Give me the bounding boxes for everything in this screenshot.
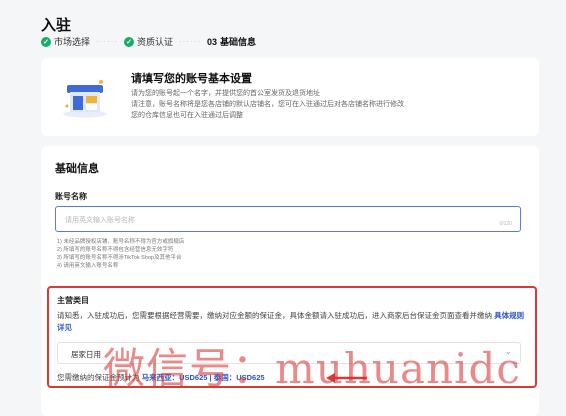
- name-rule: 1) 未经品牌授权店铺，账号名称不得为官方或旗舰店: [57, 239, 185, 245]
- step-number: 03: [207, 36, 218, 47]
- step-qualification: ✓ 资质认证: [124, 35, 173, 48]
- step-basic-info: 03 基础信息: [207, 35, 256, 48]
- intro-line: 您的仓库信息也可在入驻通过后调整: [131, 112, 243, 119]
- intro-card: 请填写您的账号基本设置 请为您的账号起一个名字，并提供您的首公室发货及退货地址 …: [41, 58, 539, 136]
- store-illustration-icon: [63, 80, 107, 118]
- category-selected-value: 居家日用: [71, 350, 101, 359]
- account-name-placeholder: 请用英文输入账号名称: [65, 217, 135, 224]
- intro-line: 请注意，账号名称将是您各店铺的默认店铺名，您可在入驻通过后对各店铺名称进行修改: [131, 101, 404, 108]
- character-counter: 0/120: [499, 221, 512, 227]
- intro-line: 请为您的账号起一个名字，并提供您的首公室发货及退货地址: [131, 90, 320, 97]
- check-circle-icon: ✓: [124, 36, 134, 47]
- name-rule: 2) 所填写的账号名称不得包含经营信息无效字符: [57, 247, 174, 253]
- page-title: 入驻: [41, 17, 72, 34]
- check-circle-icon: ✓: [41, 36, 51, 47]
- step-label: 资质认证: [137, 37, 174, 47]
- intro-title: 请填写您的账号基本设置: [131, 73, 252, 85]
- step-market-selection: ✓ 市场选择: [41, 35, 90, 48]
- deposit-notice: 请知悉，入驻成功后，您需要根据经营需要，缴纳对应金额的保证金，具体金额请入驻成功…: [57, 310, 525, 334]
- name-rule: 4) 请用英文输入账号名称: [57, 263, 119, 269]
- step-label: 基础信息: [220, 37, 257, 47]
- account-name-label: 账号名称: [55, 192, 87, 201]
- step-separator: ······: [179, 37, 201, 46]
- step-label: 市场选择: [54, 37, 91, 47]
- step-progress: ✓ 市场选择 ······ ✓ 资质认证 ······ 03 基础信息: [41, 35, 256, 48]
- watermark-text: 微信号：muhuanidc: [103, 344, 521, 393]
- step-separator: ······: [96, 37, 118, 46]
- name-rule: 3) 所填写的账号名称不得涉TikTok Shop及其他平台: [57, 255, 182, 261]
- section-title: 基础信息: [55, 163, 99, 175]
- account-name-input[interactable]: 请用英文输入账号名称 0/120: [55, 206, 521, 232]
- deposit-notice-text: 请知悉，入驻成功后，您需要根据经营需要，缴纳对应金额的保证金，具体金额请入驻成功…: [57, 311, 492, 320]
- main-category-label: 主营类目: [57, 296, 89, 305]
